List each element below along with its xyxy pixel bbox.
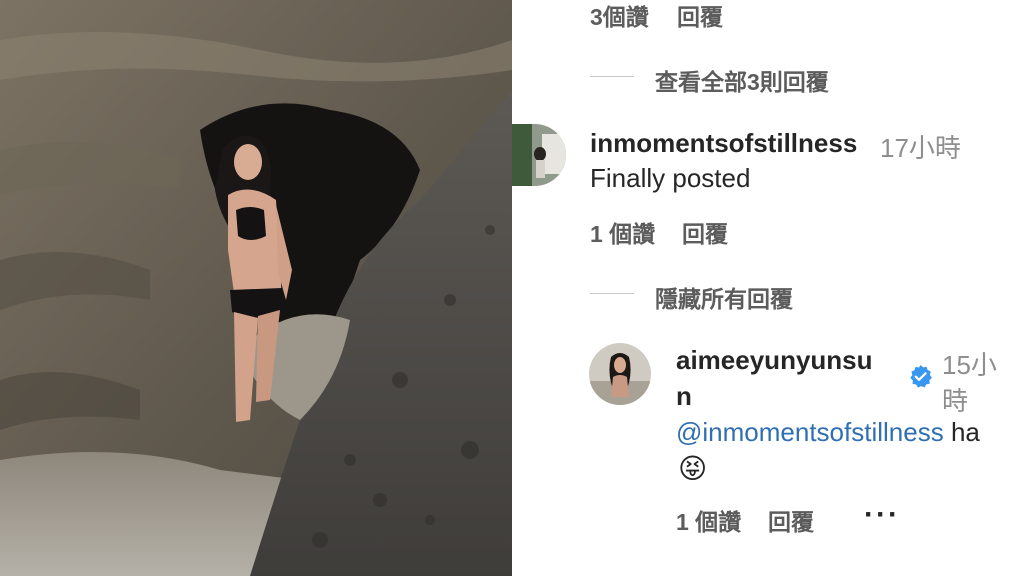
comment-likes[interactable]: 1 個讚 xyxy=(590,215,655,249)
comment-text: Finally posted xyxy=(590,163,751,193)
divider-line xyxy=(590,293,634,294)
mention-link[interactable]: @inmomentsofstillness xyxy=(676,417,944,447)
reply-text-body: ha xyxy=(943,417,980,447)
divider-line xyxy=(590,76,634,77)
reply-timestamp-wrap[interactable]: 時 xyxy=(942,381,968,418)
reply-timestamp[interactable]: 15小 xyxy=(942,345,997,382)
reply-username-wrap[interactable]: n xyxy=(676,381,692,412)
comment-reply-button[interactable]: 回覆 xyxy=(682,215,728,249)
post-photo xyxy=(0,0,512,576)
reply-reply-button[interactable]: 回覆 xyxy=(768,503,814,537)
reply-avatar[interactable] xyxy=(589,343,651,405)
reply-username[interactable]: aimeeyunyunsu xyxy=(676,345,873,376)
emoji-tongue-icon: 😝 xyxy=(678,453,708,484)
top-reply-likes[interactable]: 3個讚 xyxy=(590,0,649,32)
top-reply-button[interactable]: 回覆 xyxy=(677,0,723,32)
comments-panel: 3個讚 回覆 查看全部3則回覆 inmomentsofstillness 17小… xyxy=(512,0,1024,576)
verified-badge-icon xyxy=(908,364,933,389)
hide-replies-link[interactable]: 隱藏所有回覆 xyxy=(655,280,793,314)
view-all-replies-link[interactable]: 查看全部3則回覆 xyxy=(655,63,829,97)
comment-timestamp[interactable]: 17小時 xyxy=(880,128,961,165)
more-options-icon[interactable]: ··· xyxy=(864,498,900,532)
reply-text: @inmomentsofstillness ha xyxy=(676,417,980,448)
avatar[interactable] xyxy=(512,124,566,186)
comment-username[interactable]: inmomentsofstillness xyxy=(590,128,857,159)
reply-likes[interactable]: 1 個讚 xyxy=(676,503,741,537)
